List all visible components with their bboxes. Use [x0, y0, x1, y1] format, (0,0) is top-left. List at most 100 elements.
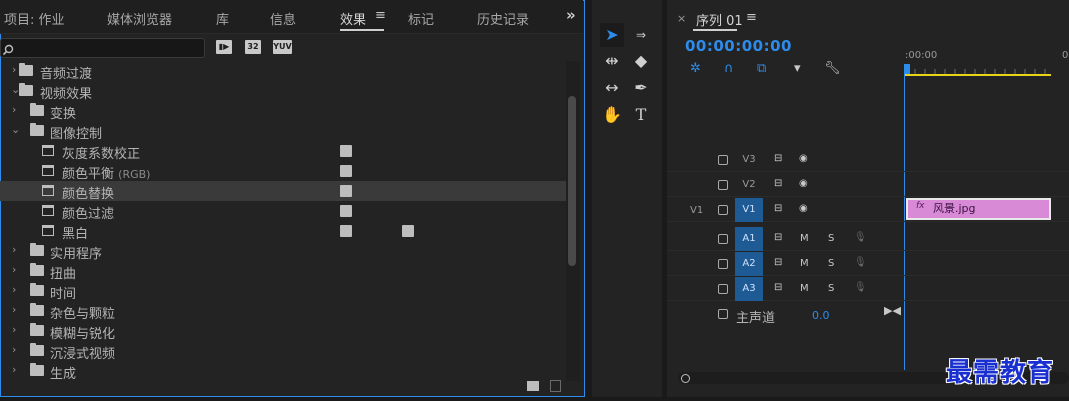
- eye-icon[interactable]: ◉: [799, 153, 808, 164]
- go-to-end-icon[interactable]: ▶◀: [884, 304, 901, 317]
- panel-menu-icon[interactable]: ≡: [375, 8, 386, 23]
- sequence-tab[interactable]: 序列 01: [696, 10, 743, 29]
- lock-icon[interactable]: [718, 284, 728, 294]
- effects-search-input[interactable]: [0, 38, 205, 58]
- mute-button[interactable]: M: [800, 233, 809, 244]
- tree-item-video-effects[interactable]: ⌄ 视频效果: [0, 81, 566, 102]
- lock-icon[interactable]: [718, 259, 728, 269]
- chevron-right-icon[interactable]: ›: [12, 324, 22, 336]
- eye-icon[interactable]: ◉: [799, 203, 808, 214]
- tree-item-color-replace[interactable]: 颜色替换: [0, 181, 566, 202]
- sync-lock-icon[interactable]: ⊟: [774, 153, 782, 164]
- tab-effects[interactable]: 效果: [340, 9, 366, 28]
- snap-icon[interactable]: ∩: [724, 61, 734, 76]
- tab-markers[interactable]: 标记: [408, 9, 434, 28]
- tab-media-browser[interactable]: 媒体浏览器: [107, 9, 172, 28]
- lock-icon[interactable]: [718, 234, 728, 244]
- timeline-clip[interactable]: [906, 198, 1051, 220]
- tab-libraries[interactable]: 库: [216, 9, 229, 28]
- chevron-right-icon[interactable]: ›: [12, 264, 22, 276]
- track-target-v2[interactable]: V2: [735, 173, 763, 197]
- chevron-right-icon[interactable]: ›: [12, 104, 22, 116]
- microphone-icon[interactable]: 🎙︎: [854, 232, 867, 243]
- track-v3[interactable]: V3 ⊟ ◉: [667, 148, 1069, 172]
- sync-lock-icon[interactable]: ⊟: [774, 232, 782, 243]
- linked-selection-icon[interactable]: ⧉: [757, 61, 766, 76]
- playhead-timecode[interactable]: 00:00:00:00: [685, 37, 792, 55]
- solo-button[interactable]: S: [828, 233, 834, 244]
- work-area-bar[interactable]: [905, 74, 1051, 76]
- source-patch-v1[interactable]: V1: [690, 205, 703, 216]
- tree-item-audio-transitions[interactable]: › 音频过渡: [0, 61, 566, 82]
- chevron-right-icon[interactable]: ›: [12, 304, 22, 316]
- tree-item-color-pass[interactable]: 颜色过滤: [0, 201, 566, 222]
- more-tabs-icon[interactable]: »: [566, 6, 576, 24]
- track-target-a3[interactable]: A3: [735, 277, 763, 301]
- new-bin-icon[interactable]: [527, 381, 539, 391]
- tree-item-immersive-video[interactable]: › 沉浸式视频: [0, 341, 566, 362]
- master-volume-value[interactable]: 0.0: [812, 309, 830, 322]
- tree-item-black-white[interactable]: 黑白: [0, 221, 566, 242]
- tab-info[interactable]: 信息: [270, 9, 296, 28]
- tab-project[interactable]: 项目: 作业: [4, 9, 65, 28]
- chevron-right-icon[interactable]: ›: [12, 244, 22, 256]
- track-a1[interactable]: A1 ⊟ M S 🎙︎: [667, 227, 1069, 251]
- slip-tool-icon[interactable]: ↔: [600, 76, 624, 100]
- lock-icon[interactable]: [718, 309, 728, 319]
- pen-tool-icon[interactable]: ✒: [629, 76, 653, 100]
- tree-item-noise-grain[interactable]: › 杂色与颗粒: [0, 301, 566, 322]
- chevron-right-icon[interactable]: ›: [12, 284, 22, 296]
- mute-button[interactable]: M: [800, 258, 809, 269]
- track-a2[interactable]: A2 ⊟ M S 🎙︎: [667, 252, 1069, 276]
- track-select-tool-icon[interactable]: ⇒: [629, 23, 653, 47]
- hand-tool-icon[interactable]: ✋: [600, 103, 624, 127]
- sync-lock-icon[interactable]: ⊟: [774, 257, 782, 268]
- chevron-right-icon[interactable]: ›: [12, 344, 22, 356]
- wrench-icon[interactable]: 🔧︎: [824, 61, 841, 76]
- solo-button[interactable]: S: [828, 258, 834, 269]
- mute-button[interactable]: M: [800, 283, 809, 294]
- 32bit-filter-button[interactable]: 32: [245, 40, 261, 54]
- tree-item-gamma-correction[interactable]: 灰度系数校正: [0, 141, 566, 162]
- trash-icon[interactable]: [550, 380, 561, 392]
- track-target-a2[interactable]: A2: [735, 252, 763, 276]
- tab-history[interactable]: 历史记录: [477, 9, 529, 28]
- microphone-icon[interactable]: 🎙︎: [854, 282, 867, 293]
- close-icon[interactable]: ×: [677, 12, 686, 25]
- time-ruler[interactable]: [905, 66, 1055, 74]
- track-target-v3[interactable]: V3: [735, 148, 763, 172]
- razor-tool-icon[interactable]: ◆: [629, 49, 653, 73]
- track-target-a1[interactable]: A1: [735, 227, 763, 251]
- chevron-down-icon[interactable]: ⌄: [11, 124, 21, 136]
- track-target-v1[interactable]: V1: [735, 198, 763, 222]
- tree-item-time[interactable]: › 时间: [0, 281, 566, 302]
- tree-item-utility[interactable]: › 实用程序: [0, 241, 566, 262]
- accelerated-effects-filter-icon[interactable]: ▮▶: [216, 40, 232, 54]
- eye-icon[interactable]: ◉: [799, 178, 808, 189]
- lock-icon[interactable]: [718, 155, 728, 165]
- selection-tool-icon[interactable]: ➤: [600, 23, 624, 47]
- sync-lock-icon[interactable]: ⊟: [774, 203, 782, 214]
- track-v2[interactable]: V2 ⊟ ◉: [667, 173, 1069, 197]
- nest-icon[interactable]: ✲: [690, 61, 701, 76]
- playhead-handle[interactable]: [904, 64, 910, 74]
- tree-item-image-control[interactable]: ⌄ 图像控制: [0, 121, 566, 142]
- tree-item-generate[interactable]: › 生成: [0, 361, 566, 381]
- tree-item-distort[interactable]: › 扭曲: [0, 261, 566, 282]
- lock-icon[interactable]: [718, 180, 728, 190]
- sequence-menu-icon[interactable]: ≡: [746, 10, 757, 25]
- sync-lock-icon[interactable]: ⊟: [774, 178, 782, 189]
- lock-icon[interactable]: [718, 205, 728, 215]
- tree-scrollbar-thumb[interactable]: [568, 96, 576, 266]
- add-marker-icon[interactable]: ▾: [794, 61, 801, 76]
- yuv-filter-button[interactable]: YUV: [273, 40, 292, 54]
- microphone-icon[interactable]: 🎙︎: [854, 257, 867, 268]
- chevron-right-icon[interactable]: ›: [12, 364, 22, 376]
- tree-item-blur-sharpen[interactable]: › 模糊与锐化: [0, 321, 566, 342]
- track-a3[interactable]: A3 ⊟ M S 🎙︎: [667, 277, 1069, 301]
- solo-button[interactable]: S: [828, 283, 834, 294]
- ripple-edit-tool-icon[interactable]: ⇹: [600, 49, 624, 73]
- type-tool-icon[interactable]: T: [629, 103, 653, 127]
- tree-item-transform[interactable]: › 变换: [0, 101, 566, 122]
- tree-item-color-balance-rgb[interactable]: 颜色平衡 (RGB): [0, 161, 566, 182]
